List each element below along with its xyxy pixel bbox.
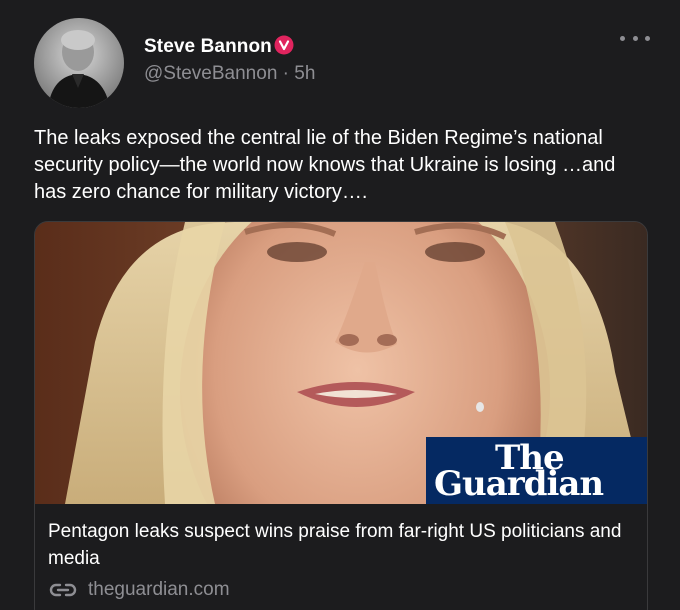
avatar-photo <box>34 18 124 108</box>
author-avatar[interactable] <box>34 18 124 108</box>
more-options-icon-dot <box>632 35 638 41</box>
link-icon <box>49 583 77 597</box>
verified-badge-icon <box>274 35 294 55</box>
more-options-icon <box>620 35 625 41</box>
author-handle[interactable]: @SteveBannon <box>144 63 277 84</box>
separator-dot: · <box>282 63 289 84</box>
guardian-logo-text-guardian: Guardian <box>434 464 604 504</box>
link-preview-title[interactable]: Pentagon leaks suspect wins praise from … <box>48 518 638 572</box>
more-options-button[interactable] <box>620 28 650 48</box>
post: Steve Bannon @SteveBannon · 5h The leaks… <box>0 0 680 610</box>
link-preview-image: The Guardian <box>35 222 647 504</box>
handle-line: @SteveBannon · 5h <box>144 63 315 85</box>
link-preview-domain: theguardian.com <box>88 579 230 600</box>
more-options-icon-dot <box>645 35 650 41</box>
guardian-logo: The Guardian <box>426 437 647 504</box>
link-preview-card[interactable]: The Guardian Pentagon leaks suspect wins… <box>34 221 648 610</box>
link-preview-domain-row[interactable]: theguardian.com <box>48 578 230 602</box>
post-time[interactable]: 5h <box>294 63 315 84</box>
author-name[interactable]: Steve Bannon <box>144 36 272 58</box>
post-text: The leaks exposed the central lie of the… <box>34 127 616 203</box>
